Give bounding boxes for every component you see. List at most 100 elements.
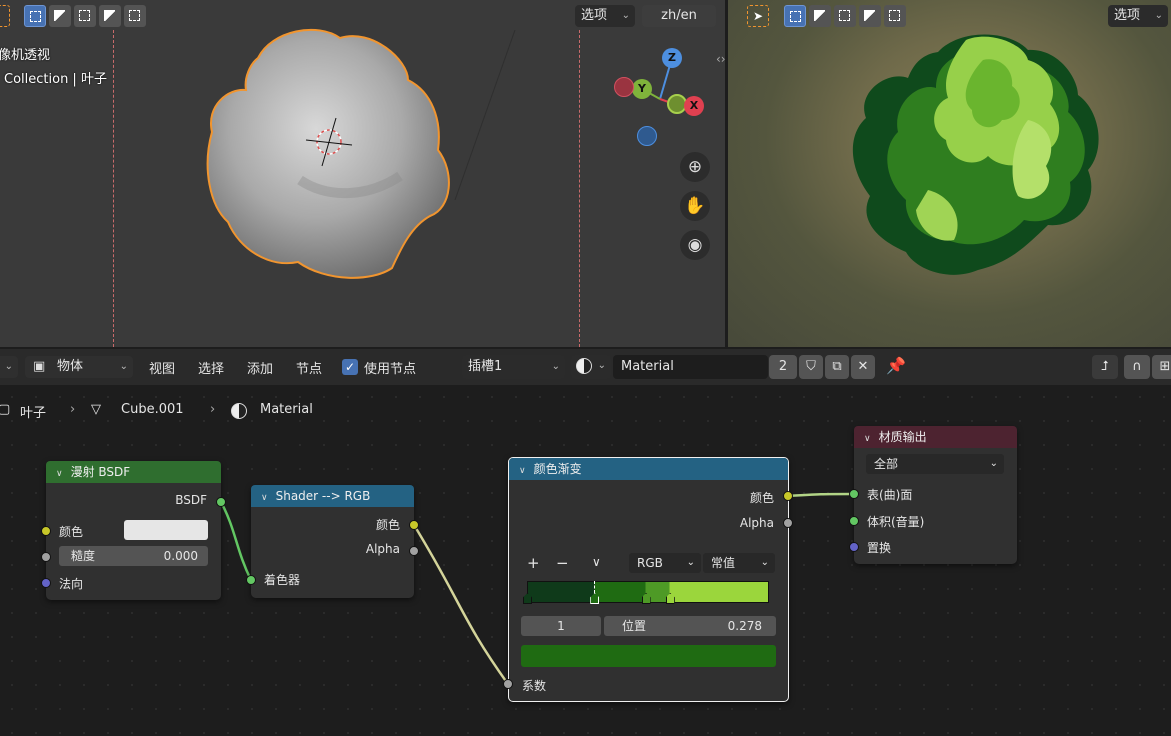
output-color-label: 颜色 (375, 518, 400, 532)
color-mode-dropdown[interactable]: RGB ⌄ (629, 553, 701, 573)
socket-volume-in[interactable] (849, 516, 859, 526)
breadcrumb-object: 叶子 (20, 406, 47, 421)
chevron-down-icon: ⌄ (597, 360, 606, 371)
select-subtract-icon-right[interactable] (834, 5, 856, 27)
color-ramp-stops[interactable] (523, 581, 769, 609)
select-extend-icon-right[interactable] (809, 5, 831, 27)
fake-user-shield-icon[interactable]: ⛉ (799, 355, 823, 379)
select-invert-icon[interactable] (99, 5, 121, 27)
ramp-menu-chevron-icon[interactable]: ∨ (592, 555, 601, 569)
user-count-button[interactable]: 2 (769, 355, 797, 379)
collapse-arrows-icon[interactable]: ‹› (716, 52, 725, 66)
select-new-icon-right[interactable] (784, 5, 806, 27)
socket-ramp-alpha-out[interactable] (783, 518, 793, 528)
node-diffuse-bsdf[interactable]: ∨ 漫射 BSDF BSDF 颜色 糙度 0.000 法向 (46, 461, 221, 600)
node-header-diffuse[interactable]: ∨ 漫射 BSDF (46, 461, 221, 483)
add-stop-button[interactable]: + (527, 554, 540, 572)
socket-shader-in[interactable] (246, 575, 256, 585)
socket-ramp-color-out[interactable] (783, 491, 793, 501)
select-intersect-icon-right[interactable] (884, 5, 906, 27)
collapse-chevron-icon[interactable]: ∨ (519, 466, 526, 476)
menu-node[interactable]: 节点 (296, 358, 322, 377)
chevron-down-icon: ⌄ (760, 557, 769, 568)
node-header-shader-rgb[interactable]: ∨ Shader --> RGB (251, 485, 414, 507)
gizmo-z-axis[interactable]: Z (662, 48, 682, 68)
active-stop-index[interactable]: 1 (521, 616, 601, 636)
menu-view[interactable]: 视图 (149, 358, 175, 377)
viewport-3d-right[interactable]: ➤ 选项 ⌄ (728, 0, 1171, 347)
socket-surface-in[interactable] (849, 489, 859, 499)
snap-grid-icon[interactable]: ⊞ (1152, 355, 1171, 379)
unlink-x-icon[interactable]: ✕ (851, 355, 875, 379)
select-invert-icon-right[interactable] (859, 5, 881, 27)
color-input-label: 颜色 (59, 525, 84, 539)
use-nodes-label: 使用节点 (364, 362, 417, 377)
target-dropdown[interactable]: 全部 ⌄ (866, 454, 1004, 474)
ramp-stop-marker[interactable] (523, 593, 532, 604)
socket-color-in[interactable] (41, 526, 51, 536)
viewport-3d-left[interactable]: 像机透视 Collection | 叶子 选项 ⌄ zh/en Z Y X ⊕ ✋… (0, 0, 725, 347)
gizmo-neg-z-axis[interactable] (637, 126, 657, 146)
pin-icon[interactable]: 📌 (886, 356, 906, 375)
ramp-stop-marker[interactable] (665, 593, 675, 604)
breadcrumb-mesh: Cube.001 (121, 402, 184, 417)
socket-alpha-out[interactable] (409, 546, 419, 556)
breadcrumb-object-icon: ▢ (0, 402, 11, 417)
select-extend-icon[interactable] (49, 5, 71, 27)
output-bsdf-label: BSDF (175, 493, 207, 507)
collapse-chevron-icon[interactable]: ∨ (261, 493, 268, 503)
select-new-icon[interactable] (24, 5, 46, 27)
surface-input-label: 表(曲)面 (867, 488, 913, 502)
node-color-ramp[interactable]: ∨ 颜色渐变 颜色 Alpha + − ∨ RGB ⌄ 常值 ⌄ 1 位置 0.278… (508, 457, 789, 702)
gizmo-y-axis[interactable]: Y (632, 79, 652, 99)
socket-normal-in[interactable] (41, 578, 51, 588)
editor-type-dropdown[interactable]: ⌄ (0, 356, 18, 378)
snap-magnet-icon[interactable]: ∩ (1124, 355, 1150, 379)
collapse-chevron-icon[interactable]: ∨ (56, 469, 63, 479)
select-subtract-icon[interactable] (74, 5, 96, 27)
zoom-icon[interactable]: ⊕ (680, 152, 710, 182)
lang-toggle-button[interactable]: zh/en (642, 5, 716, 27)
remove-stop-button[interactable]: − (556, 554, 569, 572)
select-intersect-icon[interactable] (124, 5, 146, 27)
node-header-material-output[interactable]: ∨ 材质输出 (854, 426, 1017, 448)
socket-fac-in[interactable] (503, 679, 513, 689)
menu-select[interactable]: 选择 (198, 358, 224, 377)
socket-roughness-in[interactable] (41, 552, 51, 562)
options-dropdown-left[interactable]: 选项 ⌄ (575, 5, 635, 27)
cursor-icon[interactable]: ➤ (747, 5, 769, 27)
displacement-input-label: 置换 (867, 541, 892, 555)
roughness-slider[interactable]: 糙度 0.000 (59, 546, 208, 566)
socket-bsdf-out[interactable] (216, 497, 226, 507)
socket-color-out[interactable] (409, 520, 419, 530)
normal-input-label: 法向 (59, 577, 84, 591)
material-name-field[interactable]: Material (613, 355, 768, 379)
ramp-stop-marker[interactable] (641, 593, 651, 604)
color-swatch[interactable] (124, 520, 208, 540)
material-browse-button[interactable]: ⌄ (571, 355, 611, 379)
object-mode-dropdown[interactable]: ▣ 物体 ⌄ (25, 356, 133, 378)
stop-color-swatch[interactable] (521, 645, 776, 667)
select-tool-icon[interactable] (0, 5, 10, 27)
options-dropdown-right[interactable]: 选项 ⌄ (1108, 5, 1168, 27)
node-header-color-ramp[interactable]: ∨ 颜色渐变 (509, 458, 788, 480)
collapse-chevron-icon[interactable]: ∨ (864, 434, 871, 444)
position-slider[interactable]: 位置 0.278 (604, 616, 776, 636)
gizmo-neg-x-axis[interactable] (614, 77, 634, 97)
fac-input-label: 系数 (522, 679, 547, 693)
ramp-stop-marker[interactable] (590, 593, 600, 604)
chevron-down-icon: ⌄ (1154, 10, 1163, 21)
slot-dropdown[interactable]: 插槽1 ⌄ (462, 355, 565, 379)
node-shader-to-rgb[interactable]: ∨ Shader --> RGB 颜色 Alpha 着色器 (251, 485, 414, 598)
node-material-output[interactable]: ∨ 材质输出 全部 ⌄ 表(曲)面 体积(音量) 置换 (854, 426, 1017, 564)
parent-node-tree-icon[interactable]: ⮥ (1092, 355, 1118, 379)
interpolation-dropdown[interactable]: 常值 ⌄ (703, 553, 775, 573)
socket-displacement-in[interactable] (849, 542, 859, 552)
pan-hand-icon[interactable]: ✋ (680, 191, 710, 221)
camera-view-icon[interactable]: ◉ (680, 230, 710, 260)
gizmo-x-axis[interactable]: X (684, 96, 704, 116)
duplicate-material-icon[interactable]: ⧉ (825, 355, 849, 379)
output-alpha-label: Alpha (739, 516, 774, 530)
menu-add[interactable]: 添加 (247, 358, 273, 377)
use-nodes-checkbox[interactable]: ✓ (342, 359, 358, 375)
